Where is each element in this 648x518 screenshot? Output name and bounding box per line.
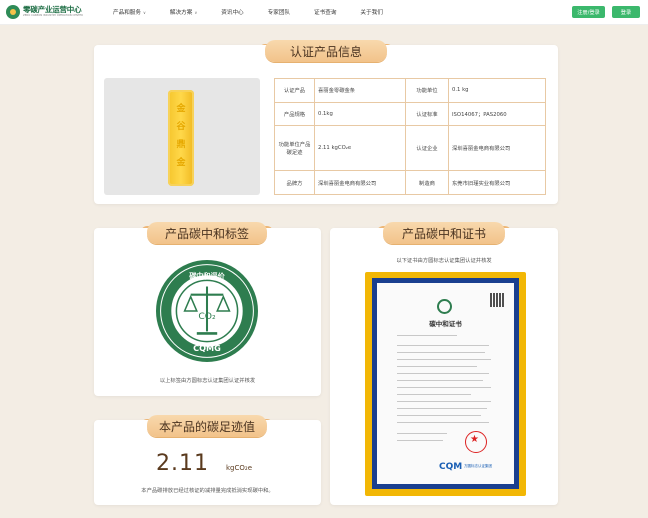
seal-bottom-text: CQMG (193, 343, 221, 353)
logo-subtitle: ZERO CARBON INDUSTRY OPERATION CENTER (23, 14, 83, 17)
product-info-table: 认证产品 喜丽金零碳金条 功能单位 0.1 kg 产品规格 0.1kg 认证标准… (274, 78, 546, 195)
chevron-down-icon: ∨ (142, 9, 146, 15)
footprint-unit: kgCO₂e (226, 464, 253, 472)
footprint-note: 本产品碳排放已经过核证的减排量完成抵消实现碳中和。 (141, 488, 274, 494)
nav-about[interactable]: 关于我们 (360, 8, 382, 16)
carbon-label-card: 产品碳中和标签 CO₂ 碳中和评价 CQMG 以上标签由方圆标志认证集团认证并核… (94, 222, 321, 396)
product-image: 金 谷 鼎 金 (104, 78, 260, 195)
site-logo[interactable]: 零碳产业运营中心 ZERO CARBON INDUSTRY OPERATION … (6, 4, 83, 20)
carbon-certificate-card: 产品碳中和证书 以下证书由方圆标志认证集团认证并核发 碳中和证书 ★ CQM 方… (330, 222, 558, 505)
logo-icon (6, 5, 20, 19)
table-row: 产品规格 0.1kg 认证标准 ISO14067；PAS2060 (274, 101, 546, 127)
register-button[interactable]: 注册/登录 (572, 6, 605, 18)
gold-bar-engraving: 金 谷 鼎 金 (176, 104, 186, 168)
certificate-caption: 以下证书由方圆标志认证集团认证并核发 (396, 258, 492, 264)
section-title: 产品碳中和标签 (141, 222, 273, 244)
certificate-image[interactable]: 碳中和证书 CQM 方圆标志认证集团 (365, 272, 526, 496)
nav-solutions[interactable]: 解决方案 ∨ (170, 8, 198, 17)
cqm-logo: CQM (439, 462, 463, 472)
table-row: 品牌方 深圳喜丽金电商有限公司 制造商 东莞市旧瑾实业有限公司 (274, 170, 546, 195)
seal-top-text: 碳中和评价 (189, 271, 225, 280)
footprint-value: 2.11 (156, 451, 209, 476)
seal-center-text: CO₂ (198, 311, 216, 322)
nav-products-services[interactable]: 产品和服务 ∨ (113, 8, 146, 17)
cert-heading: 碳中和证书 (429, 320, 462, 328)
gold-bar-image: 金 谷 鼎 金 (168, 90, 194, 186)
nav-news[interactable]: 资讯中心 (221, 8, 243, 16)
table-row: 认证产品 喜丽金零碳金条 功能单位 0.1 kg (274, 78, 546, 103)
main-nav: 产品和服务 ∨ 解决方案 ∨ 资讯中心 专家团队 证书查询 关于我们 (113, 0, 407, 24)
login-button[interactable]: 登录 (612, 6, 640, 18)
carbon-neutral-seal: CO₂ 碳中和评价 CQMG (156, 260, 258, 362)
qr-code-icon (490, 293, 504, 307)
label-caption: 以上标签由方圆标志认证集团认证并核发 (159, 378, 256, 384)
chevron-down-icon: ∨ (194, 9, 198, 15)
nav-experts[interactable]: 专家团队 (268, 8, 290, 16)
red-stamp-icon (465, 431, 487, 453)
logo-title: 零碳产业运营中心 (23, 5, 82, 14)
table-row: 功能单位产品碳足迹 2.11 kgCO₂e 认证企业 深圳喜丽金电商有限公司 (274, 125, 546, 172)
section-title: 产品碳中和证书 (377, 222, 511, 244)
cert-logo-icon (437, 299, 452, 314)
top-header: 零碳产业运营中心 ZERO CARBON INDUSTRY OPERATION … (0, 0, 648, 25)
cqm-subtitle: 方圆标志认证集团 (464, 464, 492, 468)
nav-cert-query[interactable]: 证书查询 (314, 8, 336, 16)
product-info-card: 认证产品信息 金 谷 鼎 金 认证产品 喜丽金零碳金条 功能单位 0.1 kg … (94, 40, 558, 204)
section-title: 认证产品信息 (259, 40, 393, 62)
carbon-footprint-card: 本产品的碳足迹值 2.11 kgCO₂e 本产品碳排放已经过核证的减排量完成抵消… (94, 415, 321, 505)
section-title: 本产品的碳足迹值 (141, 415, 273, 437)
